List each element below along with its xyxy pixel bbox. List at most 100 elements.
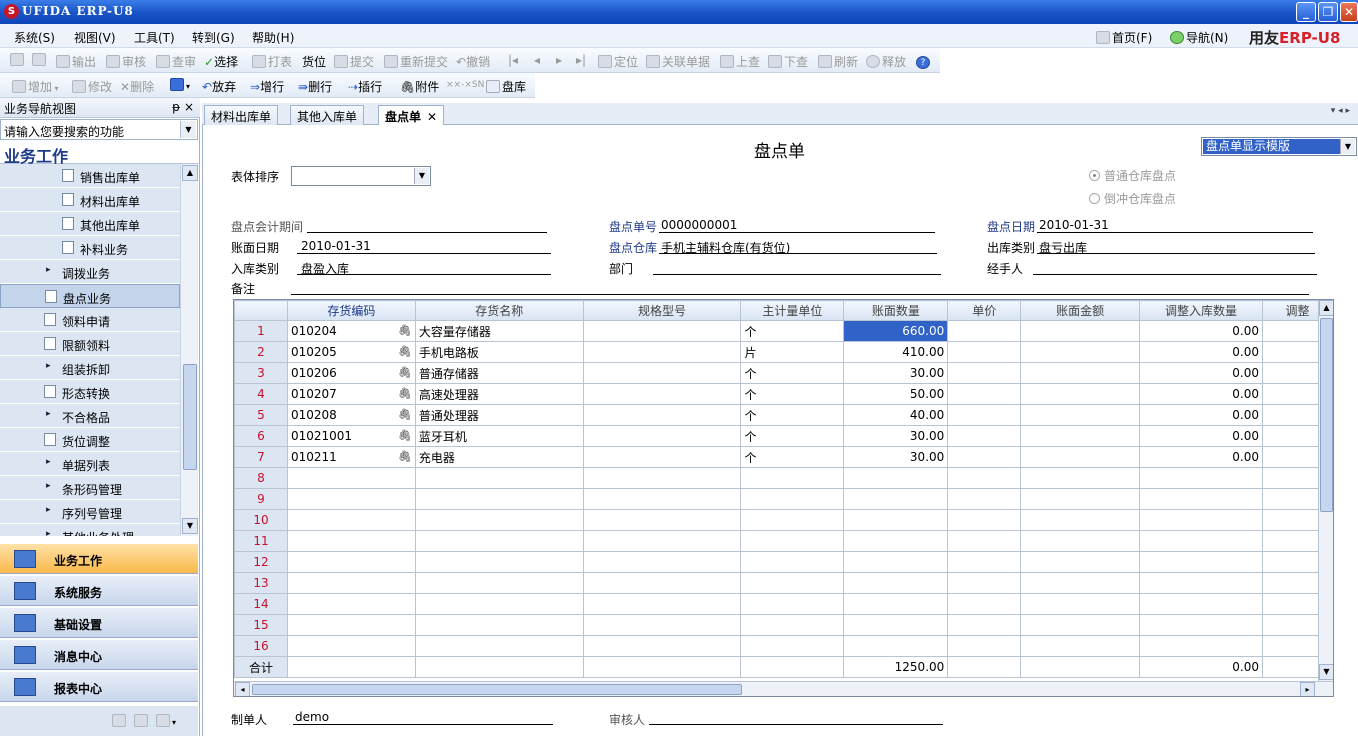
grid-vscroll-thumb[interactable]	[1320, 318, 1333, 512]
column-header[interactable]: 规格型号	[582, 300, 742, 321]
edit-button[interactable]: 修改	[72, 78, 112, 95]
nav-item[interactable]: 货位调整	[0, 428, 180, 452]
home-link[interactable]: 首页(F)	[1096, 29, 1152, 46]
grid-cell[interactable]	[582, 572, 742, 594]
grid-cell[interactable]	[582, 467, 742, 489]
grid-cell[interactable]	[947, 530, 1022, 552]
nav-item[interactable]: ▸ 单据列表	[0, 452, 180, 476]
module-button[interactable]: 系统服务	[0, 576, 198, 606]
prev-record-button[interactable]: ◂	[534, 53, 540, 67]
grid-cell[interactable]	[843, 635, 949, 657]
grid-cell[interactable]	[286, 551, 416, 573]
grid-cell[interactable]	[740, 635, 845, 657]
revoke-button[interactable]: ↶撤销	[456, 53, 490, 70]
grid-cell[interactable]	[843, 614, 949, 636]
grid-cell[interactable]	[414, 488, 584, 510]
book-qty-cell[interactable]: 660.00	[843, 320, 949, 342]
grid-cell[interactable]	[1139, 593, 1263, 615]
grid-cell[interactable]	[286, 488, 416, 510]
grid-cell[interactable]	[1020, 467, 1141, 489]
print-button[interactable]	[10, 53, 26, 67]
grid-cell[interactable]	[286, 593, 416, 615]
inventory-code-cell[interactable]: 010204 🖇	[286, 320, 416, 342]
module-button[interactable]: 报表中心	[0, 672, 198, 702]
amount-cell[interactable]	[1020, 425, 1141, 447]
note-field[interactable]	[291, 294, 1309, 295]
serial-number-button[interactable]: ××-×SN	[446, 80, 484, 90]
expand-arrow-icon[interactable]: ▸	[46, 361, 51, 371]
add-row-button[interactable]: ⇒增行	[250, 78, 284, 95]
inventory-code-cell[interactable]: 010205 🖇	[286, 341, 416, 363]
total-cell[interactable]	[947, 656, 1022, 678]
config-icon[interactable]	[112, 714, 128, 728]
audit-button[interactable]: 审核	[106, 53, 146, 70]
paperclip-icon[interactable]: 🖇	[398, 450, 412, 463]
nav-item[interactable]: 盘点业务	[0, 284, 180, 308]
expand-arrow-icon[interactable]: ▸	[46, 457, 51, 467]
check-audit-button[interactable]: 查审	[156, 53, 196, 70]
unit-cell[interactable]: 个	[740, 383, 845, 405]
nav-item[interactable]: 领料申请	[0, 308, 180, 332]
unit-cell[interactable]: 个	[740, 320, 845, 342]
grid-cell[interactable]	[286, 572, 416, 594]
grid-cell[interactable]	[286, 530, 416, 552]
chevron-down-icon[interactable]: ▼	[414, 168, 429, 184]
paperclip-icon[interactable]: 🖇	[398, 429, 412, 442]
spec-cell[interactable]	[582, 320, 742, 342]
grid-cell[interactable]	[740, 509, 845, 531]
spec-cell[interactable]	[582, 341, 742, 363]
help-button[interactable]: ?	[916, 52, 932, 69]
nav-item[interactable]: 材料出库单	[0, 188, 180, 212]
grid-cell[interactable]	[1020, 593, 1141, 615]
spec-cell[interactable]	[582, 446, 742, 468]
total-cell[interactable]	[1020, 656, 1141, 678]
grid-cell[interactable]	[582, 551, 742, 573]
add-button[interactable]: 增加 ▾	[12, 78, 59, 95]
grid-cell[interactable]	[1139, 551, 1263, 573]
grid-cell[interactable]	[582, 530, 742, 552]
nav-item[interactable]: ▸ 其他业务处理	[0, 524, 180, 536]
scroll-down-icon[interactable]: ▼	[182, 518, 198, 534]
maker-field[interactable]: demo	[295, 710, 329, 724]
up-query-button[interactable]: 上查	[720, 53, 760, 70]
grid-hscroll-thumb[interactable]	[252, 684, 742, 695]
grid-cell[interactable]	[1139, 572, 1263, 594]
inventory-code-cell[interactable]: 010211 🖇	[286, 446, 416, 468]
grid-cell[interactable]	[947, 614, 1022, 636]
grid-cell[interactable]	[1020, 635, 1141, 657]
grid-cell[interactable]	[286, 635, 416, 657]
nav-item[interactable]: ▸ 不合格品	[0, 404, 180, 428]
grid-cell[interactable]	[414, 614, 584, 636]
scroll-up-icon[interactable]: ▲	[182, 165, 198, 181]
unit-cell[interactable]: 个	[740, 362, 845, 384]
grid-cell[interactable]	[1139, 530, 1263, 552]
print-table-button[interactable]: 打表	[252, 53, 292, 70]
save-button[interactable]: ▾	[170, 78, 190, 92]
book-qty-cell[interactable]: 50.00	[843, 383, 949, 405]
grid-view-icon[interactable]	[134, 714, 150, 728]
grid-cell[interactable]	[414, 635, 584, 657]
nav-item[interactable]: ▸ 组装拆卸	[0, 356, 180, 380]
grid-cell[interactable]	[740, 467, 845, 489]
radio-normal-warehouse[interactable]: 普通仓库盘点	[1089, 167, 1176, 184]
grid-cell[interactable]	[740, 530, 845, 552]
grid-vertical-scrollbar[interactable]: ▲ ▼	[1318, 300, 1333, 682]
total-cell[interactable]	[582, 656, 742, 678]
menu-tools[interactable]: 工具(T)	[134, 29, 175, 46]
grid-cell[interactable]	[286, 467, 416, 489]
amount-cell[interactable]	[1020, 404, 1141, 426]
column-header[interactable]: 主计量单位	[740, 300, 845, 321]
column-header[interactable]: 调整入库数量	[1139, 300, 1263, 321]
expand-arrow-icon[interactable]: ▸	[46, 529, 51, 536]
grid-cell[interactable]	[843, 551, 949, 573]
abandon-button[interactable]: ↶放弃	[202, 78, 236, 95]
insert-row-button[interactable]: ⇢插行	[348, 78, 382, 95]
grid-cell[interactable]	[843, 572, 949, 594]
next-record-button[interactable]: ▸	[556, 53, 562, 67]
grid-cell[interactable]	[947, 635, 1022, 657]
price-cell[interactable]	[947, 341, 1022, 363]
template-select[interactable]: 盘点单显示模版 ▼	[1201, 137, 1357, 156]
grid-cell[interactable]	[414, 572, 584, 594]
close-icon[interactable]: ✕	[427, 110, 437, 124]
spec-cell[interactable]	[582, 383, 742, 405]
